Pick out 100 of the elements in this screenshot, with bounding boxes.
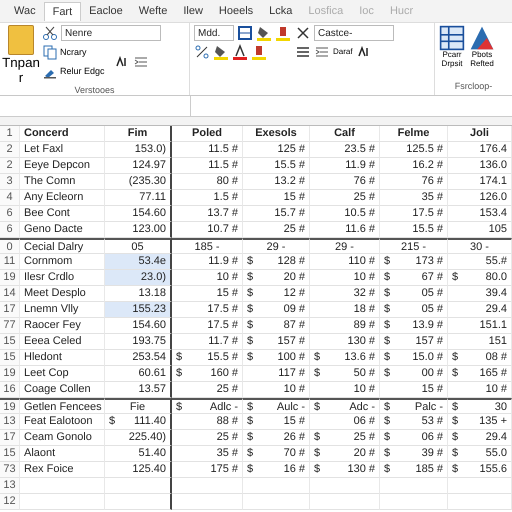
table-cell: $ 06 # bbox=[380, 430, 448, 446]
table-cell: 253.54 bbox=[105, 350, 172, 366]
table-cell: 35 # bbox=[380, 190, 448, 206]
row-number: 73 bbox=[0, 462, 20, 478]
column-header: Exesols bbox=[243, 126, 310, 142]
format-button[interactable]: Daraf bbox=[333, 48, 353, 56]
fill-color-icon[interactable] bbox=[213, 44, 229, 60]
table-cell: $ 130 # bbox=[310, 462, 380, 478]
table-cell: 60.61 bbox=[105, 366, 172, 382]
table-cell: 130 # bbox=[310, 334, 380, 350]
table-cell: 151 bbox=[448, 334, 512, 350]
table-cell: $ Aulc - bbox=[243, 398, 310, 414]
table-cell: 193.75 bbox=[105, 334, 172, 350]
table-cell: 10 # bbox=[310, 270, 380, 286]
table-cell: 17.5 # bbox=[380, 206, 448, 222]
row-number: 12 bbox=[0, 494, 20, 510]
table-cell: Fie bbox=[105, 398, 172, 414]
table-cell: Coage Collen bbox=[20, 382, 105, 398]
table-cell: Rex Foice bbox=[20, 462, 105, 478]
table-cell: $ 05 # bbox=[380, 286, 448, 302]
table-cell: 11.5 # bbox=[172, 158, 243, 174]
group-label: Verstooes bbox=[73, 85, 116, 95]
table-cell: $ 25 # bbox=[310, 430, 380, 446]
border-icon[interactable] bbox=[237, 25, 253, 41]
row-number: 17 bbox=[0, 302, 20, 318]
table-cell: 76 # bbox=[380, 174, 448, 190]
highlight-icon[interactable] bbox=[275, 25, 291, 41]
table-cell: Getlen Fencees bbox=[20, 398, 105, 414]
ribbon-tab[interactable]: Hoeels bbox=[210, 2, 262, 20]
table-cell: Leet Cop bbox=[20, 366, 105, 382]
font-color-icon[interactable] bbox=[232, 44, 248, 60]
table-cell: 23.0) bbox=[105, 270, 172, 286]
row-number: 13 bbox=[0, 478, 20, 494]
row-number: 11 bbox=[0, 254, 20, 270]
table-cell: 35 # bbox=[172, 446, 243, 462]
font-size-dropdown[interactable]: Mdd. bbox=[194, 25, 234, 41]
table-cell: 77.11 bbox=[105, 190, 172, 206]
close-icon[interactable] bbox=[295, 25, 311, 41]
row-number: 6 bbox=[0, 222, 20, 238]
table-cell: $ 80.0 bbox=[448, 270, 512, 286]
ribbon-tab[interactable]: Lcka bbox=[261, 2, 300, 20]
table-cell: 25 # bbox=[310, 190, 380, 206]
table-cell: 55.# bbox=[448, 254, 512, 270]
table-cell: Alaont bbox=[20, 446, 105, 462]
empty-cell bbox=[448, 494, 512, 510]
ribbon-button[interactable]: Pbots Refted bbox=[469, 25, 495, 81]
table-cell: 15 # bbox=[172, 286, 243, 302]
ribbon-tab[interactable]: Eacloe bbox=[81, 2, 131, 20]
number-format-dropdown[interactable]: Castce- bbox=[314, 25, 394, 41]
table-cell: 117 # bbox=[243, 366, 310, 382]
table-cell: $ 20 # bbox=[243, 270, 310, 286]
table-cell: $ 157 # bbox=[380, 334, 448, 350]
highlight-icon[interactable] bbox=[251, 44, 267, 60]
chart-icon[interactable] bbox=[469, 25, 495, 51]
row-number: 15 bbox=[0, 350, 20, 366]
table-cell: 10.7 # bbox=[172, 222, 243, 238]
table-cell: $ 12 # bbox=[243, 286, 310, 302]
clipboard-button[interactable]: Ncrary bbox=[42, 44, 105, 60]
table-cell: $ 50 # bbox=[310, 366, 380, 382]
table-cell: $ 05 # bbox=[380, 302, 448, 318]
table-cell: $ 87 # bbox=[243, 318, 310, 334]
copy-icon[interactable] bbox=[42, 44, 58, 60]
column-header: Fim bbox=[105, 126, 172, 142]
table-cell: 11.9 # bbox=[310, 158, 380, 174]
row-number: 4 bbox=[0, 190, 20, 206]
clipboard-button[interactable]: Relur Edgc bbox=[42, 63, 105, 79]
table-cell: Any Ecleorn bbox=[20, 190, 105, 206]
table-icon[interactable] bbox=[439, 25, 465, 51]
table-cell: 29 - bbox=[310, 238, 380, 254]
table-cell: 13.2 # bbox=[243, 174, 310, 190]
ribbon-tab[interactable]: Fart bbox=[44, 2, 82, 20]
table-cell: Geno Dacte bbox=[20, 222, 105, 238]
ribbon-tab[interactable]: Wefte bbox=[130, 2, 176, 20]
column-header: Concerd bbox=[20, 126, 105, 142]
percent-icon[interactable] bbox=[194, 44, 210, 60]
ribbon-tab[interactable]: Ilew bbox=[175, 2, 211, 20]
table-cell: 155.23 bbox=[105, 302, 172, 318]
table-cell: $ Adc - bbox=[310, 398, 380, 414]
table-cell: $ 185 # bbox=[380, 462, 448, 478]
paste-button[interactable]: Tnpan r bbox=[4, 25, 38, 85]
empty-cell bbox=[105, 478, 172, 494]
scissors-icon[interactable] bbox=[42, 25, 58, 41]
table-cell: 10 # bbox=[243, 382, 310, 398]
table-cell: $ 29.4 bbox=[448, 430, 512, 446]
table-cell: Eeea Celed bbox=[20, 334, 105, 350]
row-number: 19 bbox=[0, 398, 20, 414]
fill-color-icon[interactable] bbox=[256, 25, 272, 41]
table-cell: The Comn bbox=[20, 174, 105, 190]
ribbon-button[interactable]: Pcarr Drpsit bbox=[439, 25, 465, 81]
table-cell: 125.40 bbox=[105, 462, 172, 478]
table-cell: 153.4 bbox=[448, 206, 512, 222]
table-cell: $ Adlc - bbox=[172, 398, 243, 414]
font-name-dropdown[interactable]: Nenre bbox=[61, 25, 161, 41]
table-cell: $ 155.6 bbox=[448, 462, 512, 478]
row-number: 13 bbox=[0, 414, 20, 430]
ribbon-tab[interactable]: Wac bbox=[6, 2, 44, 20]
table-cell: $ Palc - bbox=[380, 398, 448, 414]
table-cell: Meet Desplo bbox=[20, 286, 105, 302]
column-header: Felme bbox=[380, 126, 448, 142]
table-cell: 13.57 bbox=[105, 382, 172, 398]
